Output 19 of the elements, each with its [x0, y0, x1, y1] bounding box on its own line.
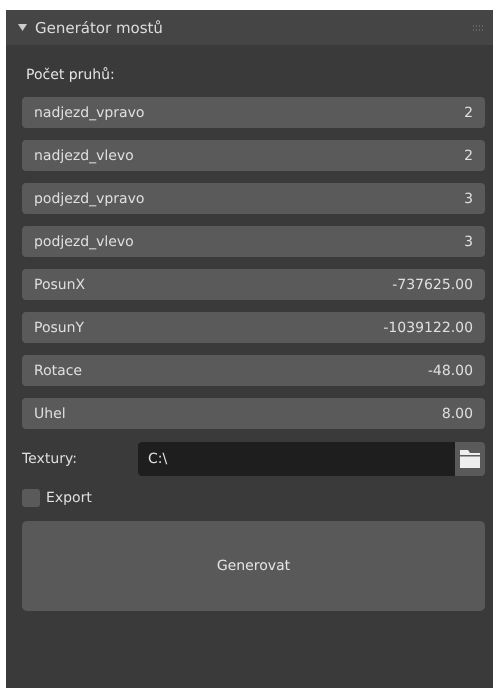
path-field[interactable]: C:\ [138, 442, 455, 476]
checkbox-square[interactable] [22, 489, 40, 507]
panel-title: Generátor mostů [35, 18, 164, 36]
folder-icon [460, 450, 480, 468]
number-field[interactable]: Uhel 8.00 [22, 398, 485, 429]
textures-label: Textury: [22, 451, 78, 467]
export-checkbox[interactable]: Export [22, 489, 92, 507]
number-field[interactable]: nadjezd_vpravo 2 [22, 97, 485, 128]
generate-button[interactable]: Generovat [22, 521, 485, 611]
number-field[interactable]: podjezd_vlevo 3 [22, 226, 485, 257]
number-field[interactable]: Rotace -48.00 [22, 355, 485, 386]
number-field[interactable]: PosunY -1039122.00 [22, 312, 485, 343]
number-field[interactable]: nadjezd_vlevo 2 [22, 140, 485, 171]
number-field[interactable]: podjezd_vpravo 3 [22, 183, 485, 214]
section-label: Počet pruhů: [26, 67, 115, 83]
number-field[interactable]: PosunX -737625.00 [22, 269, 485, 300]
disclosure-triangle-icon[interactable] [18, 23, 27, 32]
browse-button[interactable] [455, 442, 485, 476]
panel-header[interactable]: Generátor mostů [6, 10, 493, 45]
